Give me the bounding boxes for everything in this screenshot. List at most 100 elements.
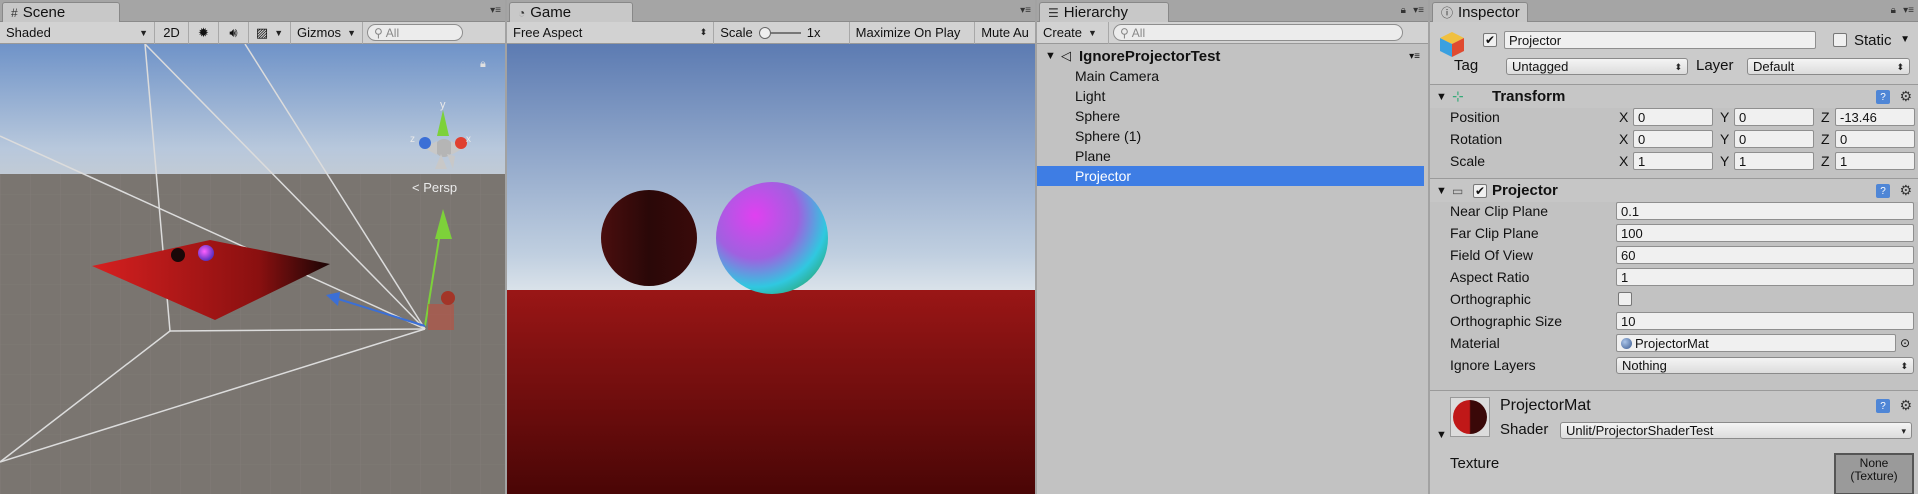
scene-menu-icon[interactable]: ▾≡: [1409, 51, 1420, 62]
effects-dropdown[interactable]: ▨ ▼: [249, 21, 291, 44]
position-z-field[interactable]: -13.46: [1835, 108, 1915, 126]
x-axis-label[interactable]: X: [1619, 131, 1628, 147]
shader-dropdown[interactable]: Unlit/ProjectorShaderTest ▾: [1560, 422, 1912, 439]
scene-view-canvas[interactable]: y x z < Persp 🔒︎: [0, 44, 505, 494]
z-axis-label[interactable]: Z: [1821, 109, 1830, 125]
transform-header[interactable]: ▼ ⊹ Transform ? ⚙: [1430, 84, 1918, 108]
help-icon[interactable]: ?: [1876, 399, 1890, 413]
y-axis-label[interactable]: Y: [1720, 131, 1729, 147]
fov-field[interactable]: 60: [1616, 246, 1914, 264]
ignore-layers-dropdown[interactable]: Nothing ⬍: [1616, 357, 1914, 374]
ortho-size-field[interactable]: 10: [1616, 312, 1914, 330]
help-icon[interactable]: ?: [1876, 90, 1890, 104]
layer-dropdown[interactable]: Default ⬍: [1747, 58, 1910, 75]
static-dropdown-icon[interactable]: ▼: [1900, 34, 1910, 45]
far-clip-label[interactable]: Far Clip Plane: [1450, 225, 1539, 241]
hierarchy-search-input[interactable]: ⚲ All: [1113, 24, 1403, 41]
active-checkbox[interactable]: ✔: [1483, 33, 1497, 47]
hierarchy-item-projector[interactable]: Projector: [1037, 166, 1424, 186]
panel-menu-icon[interactable]: ▾≡: [490, 5, 501, 16]
material-field[interactable]: ProjectorMat: [1616, 334, 1896, 352]
tag-dropdown[interactable]: Untagged ⬍: [1506, 58, 1688, 75]
panel-menu-icon[interactable]: ▾≡: [1903, 5, 1914, 16]
aspect-ratio-field[interactable]: 1: [1616, 268, 1914, 286]
z-axis-label[interactable]: Z: [1821, 153, 1830, 169]
chevron-down-icon: ▼: [347, 27, 356, 38]
gizmos-dropdown[interactable]: Gizmos ▼: [291, 21, 363, 44]
scale-slider-thumb[interactable]: [758, 26, 771, 39]
scale-x-field[interactable]: 1: [1633, 152, 1713, 170]
tab-game[interactable]: ◔ Game: [509, 2, 633, 22]
scene-name: IgnoreProjectorTest: [1079, 47, 1221, 65]
position-x-field[interactable]: 0: [1633, 108, 1713, 126]
rotation-x-field[interactable]: 0: [1633, 130, 1713, 148]
create-dropdown[interactable]: Create ▼: [1037, 21, 1109, 44]
projector-header[interactable]: ▼ ▭ ✔ Projector ? ⚙: [1430, 178, 1918, 202]
rotation-label: Rotation: [1450, 131, 1503, 147]
rotation-z-field[interactable]: 0: [1835, 130, 1915, 148]
lock-icon[interactable]: 🔒︎: [1401, 5, 1406, 16]
persp-label[interactable]: < Persp: [412, 180, 457, 195]
z-axis-label[interactable]: Z: [1821, 131, 1830, 147]
hierarchy-search-placeholder: All: [1131, 25, 1146, 40]
panel-menu-icon[interactable]: ▾≡: [1020, 5, 1031, 16]
hierarchy-item-main-camera[interactable]: Main Camera: [1037, 66, 1428, 86]
foldout-icon[interactable]: ▼: [1436, 185, 1447, 197]
lock-icon[interactable]: 🔒︎: [1891, 5, 1896, 16]
far-clip-field[interactable]: 100: [1616, 224, 1914, 242]
scene-search-input[interactable]: ⚲ All: [367, 24, 463, 41]
rotation-z-value: 0: [1840, 131, 1848, 147]
object-name-field[interactable]: Projector: [1504, 31, 1816, 49]
scale-z-field[interactable]: 1: [1835, 152, 1915, 170]
y-axis-label[interactable]: Y: [1720, 153, 1729, 169]
gear-icon[interactable]: ⚙: [1899, 182, 1912, 199]
panel-menu-icon[interactable]: ▾≡: [1413, 5, 1424, 16]
game-viewport[interactable]: [507, 44, 1035, 494]
shading-dropdown[interactable]: Shaded ▼: [0, 21, 155, 44]
x-axis-label[interactable]: X: [1619, 109, 1628, 125]
scene-root-row[interactable]: ▼ ◁ IgnoreProjectorTest ▾≡: [1037, 46, 1428, 66]
2d-toggle[interactable]: 2D: [155, 21, 189, 44]
static-checkbox[interactable]: [1833, 33, 1847, 47]
foldout-icon[interactable]: ▼: [1436, 91, 1447, 103]
help-icon[interactable]: ?: [1876, 184, 1890, 198]
scale-z-value: 1: [1840, 153, 1848, 169]
y-axis-label[interactable]: Y: [1720, 109, 1729, 125]
aspect-dropdown[interactable]: Free Aspect ⬍: [507, 21, 715, 44]
projector-enabled-checkbox[interactable]: ✔: [1473, 184, 1487, 198]
position-y-field[interactable]: 0: [1734, 108, 1814, 126]
aspect-ratio-label[interactable]: Aspect Ratio: [1450, 269, 1529, 285]
ortho-size-label[interactable]: Orthographic Size: [1450, 313, 1562, 329]
hierarchy-item-sphere[interactable]: Sphere: [1037, 106, 1428, 126]
hierarchy-item-light[interactable]: Light: [1037, 86, 1428, 106]
fov-value: 60: [1621, 247, 1636, 263]
scene-viewport[interactable]: y x z < Persp 🔒︎: [0, 44, 505, 494]
orthographic-checkbox[interactable]: [1618, 292, 1632, 306]
lighting-toggle[interactable]: ✹: [189, 21, 219, 44]
foldout-icon[interactable]: ▼: [1045, 50, 1056, 62]
near-clip-field[interactable]: 0.1: [1616, 202, 1914, 220]
gear-icon[interactable]: ⚙: [1899, 88, 1912, 105]
material-foldout-icon[interactable]: ▼: [1436, 429, 1447, 441]
hierarchy-item-sphere-1[interactable]: Sphere (1): [1037, 126, 1428, 146]
mute-audio-toggle[interactable]: Mute Au: [975, 22, 1035, 44]
scale-y-field[interactable]: 1: [1734, 152, 1814, 170]
projector-object[interactable]: [428, 304, 454, 330]
gear-icon[interactable]: ⚙: [1899, 397, 1912, 414]
fov-label[interactable]: Field Of View: [1450, 247, 1533, 263]
hierarchy-item-plane[interactable]: Plane: [1037, 146, 1428, 166]
audio-toggle[interactable]: 🔊︎: [219, 21, 249, 44]
tab-inspector[interactable]: ⓘ Inspector: [1432, 2, 1528, 22]
object-picker-icon[interactable]: ⊙: [1900, 336, 1910, 350]
near-clip-label[interactable]: Near Clip Plane: [1450, 203, 1548, 219]
tab-hierarchy[interactable]: ☰ Hierarchy: [1039, 2, 1169, 22]
lock-icon[interactable]: 🔒︎: [480, 57, 486, 70]
scene-search-placeholder: All: [385, 25, 400, 40]
x-axis-label[interactable]: X: [1619, 153, 1628, 169]
maximize-on-play-toggle[interactable]: Maximize On Play: [850, 21, 976, 44]
texture-slot[interactable]: None (Texture): [1834, 453, 1914, 494]
rotation-y-field[interactable]: 0: [1734, 130, 1814, 148]
scale-slider[interactable]: [758, 26, 801, 39]
near-clip-value: 0.1: [1621, 203, 1640, 219]
tab-scene[interactable]: # Scene: [2, 2, 120, 22]
